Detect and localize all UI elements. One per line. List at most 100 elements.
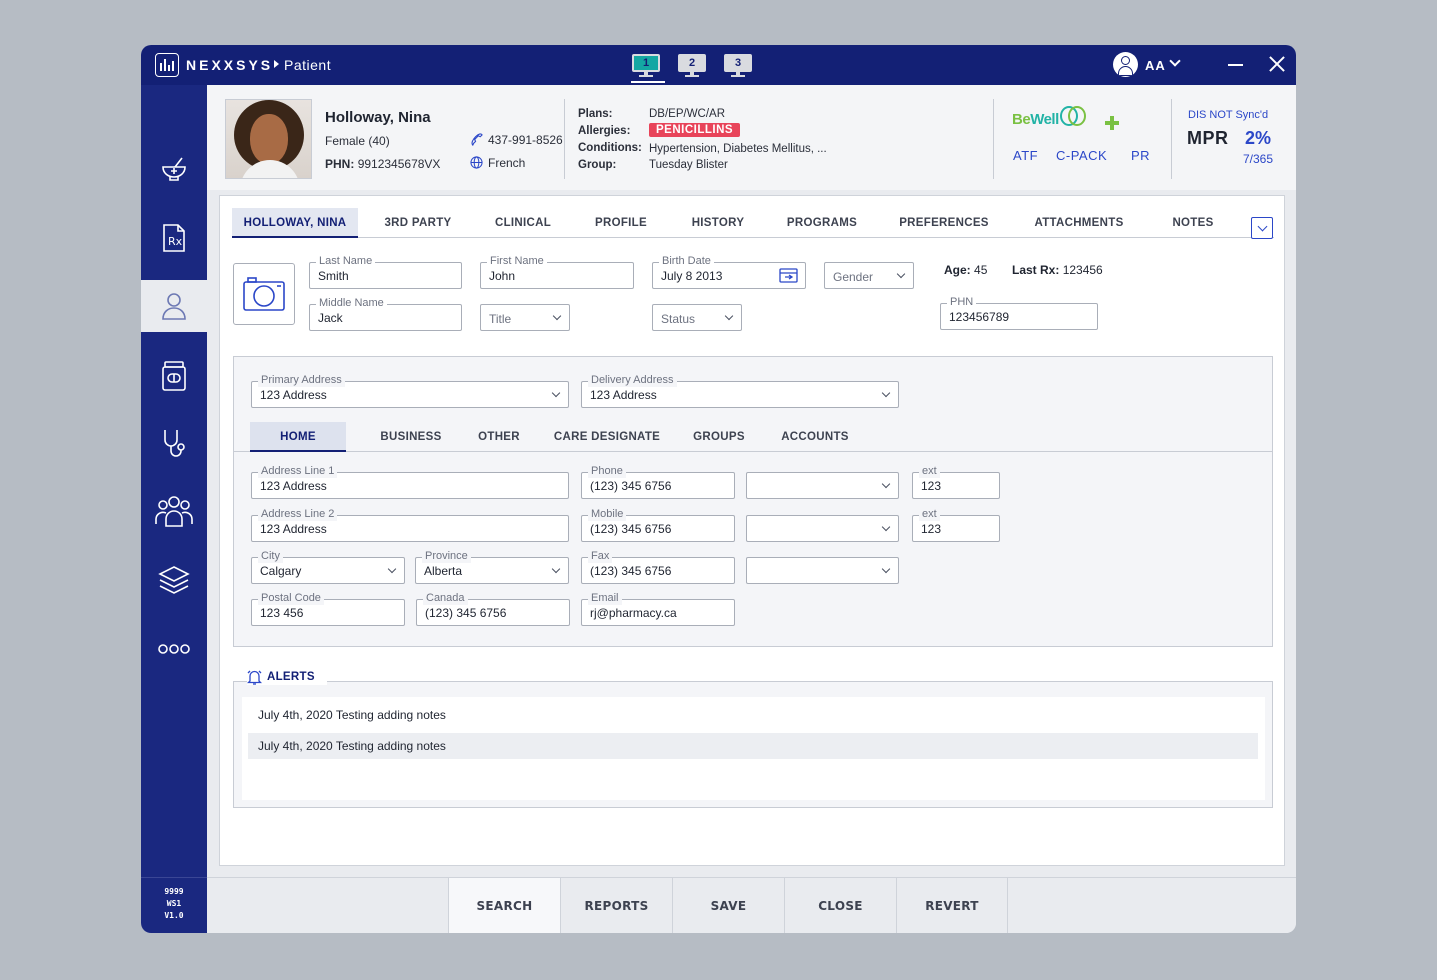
- province-value: Alberta: [424, 564, 463, 578]
- sidebar-item-dispense[interactable]: [141, 143, 207, 195]
- pr-link[interactable]: PR: [1131, 148, 1150, 163]
- postal-code-field[interactable]: Postal Code 123 456: [251, 592, 405, 626]
- reports-button[interactable]: REPORTS: [560, 878, 672, 933]
- primary-address-select[interactable]: Primary Address 123 Address: [251, 374, 569, 408]
- group-people-icon: [155, 496, 193, 527]
- c-pack-link[interactable]: C-PACK: [1056, 148, 1107, 163]
- subtab-home[interactable]: HOME: [250, 422, 346, 452]
- ext-value: 123: [921, 479, 942, 493]
- last-rx-label: Last Rx:: [1012, 263, 1060, 277]
- subtab-care-designate[interactable]: CARE DESIGNATE: [550, 422, 664, 452]
- sidebar-item-groups[interactable]: [141, 485, 207, 537]
- address-subtabs: HOME BUSINESS OTHER CARE DESIGNATE GROUP…: [234, 422, 1272, 452]
- title-select[interactable]: Title: [480, 304, 570, 331]
- person-icon: [162, 293, 186, 320]
- search-button[interactable]: SEARCH: [448, 878, 560, 933]
- delivery-address-select[interactable]: Delivery Address 123 Address: [581, 374, 899, 408]
- mpr-label: MPR: [1187, 128, 1229, 148]
- tab-notes[interactable]: NOTES: [1162, 208, 1224, 238]
- tab-3rd-party[interactable]: 3RD PARTY: [368, 208, 468, 238]
- conditions-value: Hypertension, Diabetes Mellitus, ...: [649, 143, 827, 155]
- minimize-button[interactable]: [1228, 64, 1243, 66]
- middle-name-field[interactable]: Middle Name Jack: [309, 297, 462, 331]
- address-line-2-field[interactable]: Address Line 2 123 Address: [251, 508, 569, 542]
- tab-profile[interactable]: PROFILE: [578, 208, 664, 238]
- mobile-value: (123) 345 6756: [590, 522, 672, 536]
- bewell-logo[interactable]: BeWell: [1012, 111, 1059, 128]
- fax-field[interactable]: Fax (123) 345 6756: [581, 550, 735, 584]
- birth-date-field[interactable]: Birth Date July 8 2013: [652, 255, 806, 289]
- version-info: 9999 WS1 V1.0: [141, 877, 207, 933]
- phn-field[interactable]: PHN 123456789: [940, 296, 1098, 330]
- camera-button[interactable]: [233, 263, 295, 325]
- user-menu-chevron-icon[interactable]: [1169, 55, 1181, 67]
- tab-preferences[interactable]: PREFERENCES: [890, 208, 998, 238]
- subtab-groups[interactable]: GROUPS: [688, 422, 750, 452]
- language-value: French: [488, 156, 526, 170]
- workstation-2-button[interactable]: 2: [678, 54, 706, 80]
- revert-button[interactable]: REVERT: [896, 878, 1008, 933]
- header-divider: [564, 99, 565, 179]
- svg-text:Rx: Rx: [168, 235, 183, 248]
- close-button[interactable]: CLOSE: [784, 878, 896, 933]
- status-select[interactable]: Status: [652, 304, 742, 331]
- plans-value: DB/EP/WC/AR: [649, 108, 726, 120]
- bewell-logo-part-a: Be: [1012, 111, 1031, 128]
- patient-phone[interactable]: 437-991-8526: [470, 133, 563, 147]
- ext-label: ext: [919, 465, 940, 478]
- atf-link[interactable]: ATF: [1013, 148, 1038, 163]
- alert-item[interactable]: July 4th, 2020 Testing adding notes: [248, 702, 1258, 728]
- gender-select[interactable]: Gender: [824, 262, 914, 289]
- tab-patient[interactable]: HOLLOWAY, NINA: [232, 208, 358, 238]
- phone-type-select[interactable]: [746, 472, 899, 499]
- chevron-down-icon: [724, 311, 734, 321]
- tab-clinical[interactable]: CLINICAL: [478, 208, 568, 238]
- mobile-type-select[interactable]: [746, 515, 899, 542]
- email-field[interactable]: Email rj@pharmacy.ca: [581, 592, 735, 626]
- tab-history[interactable]: HISTORY: [674, 208, 762, 238]
- sidebar-item-prescriptions[interactable]: Rx: [141, 212, 207, 264]
- city-select[interactable]: City Calgary: [251, 550, 405, 584]
- workstation-1-button[interactable]: 1: [632, 54, 660, 80]
- postal-code-value: 123 456: [260, 606, 304, 620]
- more-tabs-chevron-icon[interactable]: [1251, 217, 1273, 239]
- user-initials[interactable]: AA: [1145, 58, 1166, 73]
- subtab-accounts[interactable]: ACCOUNTS: [774, 422, 856, 452]
- last-name-field[interactable]: Last Name Smith: [309, 255, 462, 289]
- fax-type-select[interactable]: [746, 557, 899, 584]
- sidebar-item-inventory[interactable]: [141, 554, 207, 606]
- mobile-ext-field[interactable]: ext 123: [912, 508, 1000, 542]
- gender-placeholder: Gender: [833, 270, 874, 284]
- sidebar-item-clinical[interactable]: [141, 418, 207, 470]
- sidebar-item-medication[interactable]: [141, 350, 207, 402]
- app-version: V1.0: [164, 911, 184, 920]
- canada-phone-field[interactable]: Canada (123) 345 6756: [416, 592, 570, 626]
- sidebar-item-more[interactable]: [141, 623, 207, 675]
- plus-icon[interactable]: [1105, 116, 1119, 130]
- phone-icon: [471, 133, 483, 146]
- camera-icon: [243, 277, 285, 311]
- first-name-field[interactable]: First Name John: [480, 255, 634, 289]
- subtab-business[interactable]: BUSINESS: [374, 422, 448, 452]
- allergies-label: Allergies:: [578, 125, 631, 137]
- breadcrumb[interactable]: Patient: [284, 57, 331, 73]
- subtab-other[interactable]: OTHER: [472, 422, 526, 452]
- allergies-value: PENICILLINS: [649, 123, 741, 137]
- user-avatar-icon[interactable]: [1113, 52, 1138, 77]
- tab-programs[interactable]: PROGRAMS: [776, 208, 868, 238]
- alert-item[interactable]: July 4th, 2020 Testing adding notes: [248, 733, 1258, 759]
- alerts-title: ALERTS: [267, 671, 315, 683]
- mobile-field[interactable]: Mobile (123) 345 6756: [581, 508, 735, 542]
- address-line-1-field[interactable]: Address Line 1 123 Address: [251, 465, 569, 499]
- sidebar-item-patient[interactable]: [141, 280, 207, 332]
- workstation-3-button[interactable]: 3: [724, 54, 752, 80]
- phone-ext-field[interactable]: ext 123: [912, 465, 1000, 499]
- phone-value: 437-991-8526: [488, 133, 563, 147]
- calendar-icon[interactable]: [779, 267, 799, 285]
- phone-field[interactable]: Phone (123) 345 6756: [581, 465, 735, 499]
- province-select[interactable]: Province Alberta: [415, 550, 569, 584]
- close-window-button[interactable]: [1268, 54, 1286, 74]
- tab-attachments[interactable]: ATTACHMENTS: [1022, 208, 1136, 238]
- bewell-logo-part-b: Well: [1030, 111, 1059, 128]
- save-button[interactable]: SAVE: [672, 878, 784, 933]
